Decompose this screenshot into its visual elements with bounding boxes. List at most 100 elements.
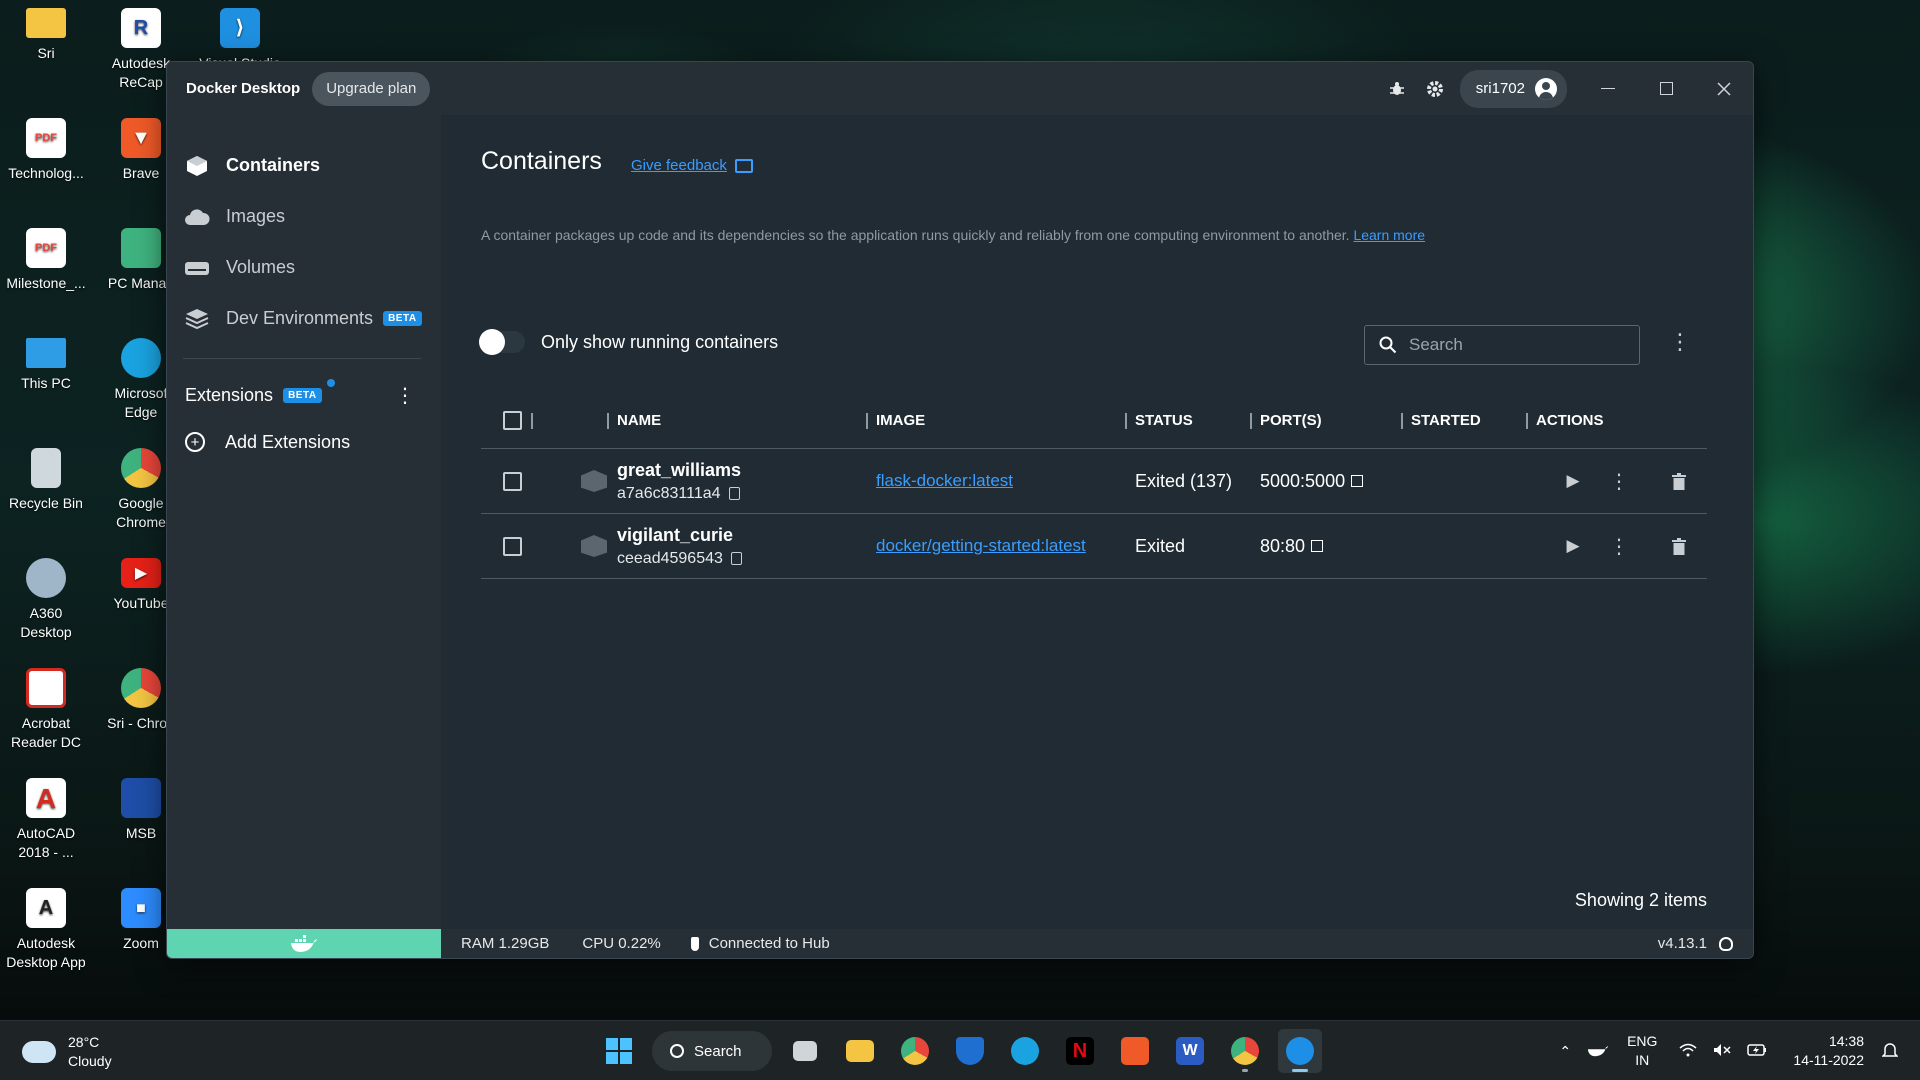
shield-icon	[956, 1037, 984, 1065]
docker-whale-icon	[1286, 1037, 1314, 1065]
acrobat-icon	[26, 668, 66, 708]
desktop-icon-recycle-bin[interactable]: Recycle Bin	[0, 440, 92, 513]
extensions-menu-icon[interactable]: ⋮	[395, 383, 415, 408]
running-filter-toggle[interactable]: Only show running containers	[479, 329, 778, 355]
start-button[interactable]	[597, 1029, 641, 1073]
sidebar-item-volumes[interactable]: Volumes	[167, 242, 441, 293]
desktop-icon-autodesk-app[interactable]: A Autodesk Desktop App	[0, 880, 92, 972]
taskbar-defender[interactable]	[948, 1029, 992, 1073]
upgrade-plan-button[interactable]: Upgrade plan	[312, 71, 431, 106]
taskbar-brave[interactable]	[1113, 1029, 1157, 1073]
desktop-icon-technolog[interactable]: PDF Technolog...	[0, 110, 92, 183]
header-status[interactable]: STATUS	[1125, 393, 1250, 448]
container-name[interactable]: great_williams	[617, 460, 741, 481]
copy-icon[interactable]	[728, 487, 740, 500]
table-row[interactable]: vigilant_curie ceead4596543 docker/getti…	[481, 514, 1707, 579]
header-image[interactable]: IMAGE	[866, 393, 1125, 448]
desktop-icon-sri[interactable]: Sri	[0, 0, 92, 63]
weather-widget[interactable]: 28°C Cloudy	[22, 1033, 112, 1071]
learn-more-link[interactable]: Learn more	[1353, 227, 1425, 243]
taskbar-word[interactable]: W	[1168, 1029, 1212, 1073]
container-name-cell[interactable]: vigilant_curie ceead4596543	[607, 514, 866, 578]
taskbar-edge[interactable]	[1003, 1029, 1047, 1073]
minimize-button[interactable]	[1579, 62, 1637, 115]
chevron-up-icon[interactable]: ⌃	[1559, 1043, 1571, 1060]
container-icon	[581, 470, 607, 492]
delete-trash-icon[interactable]	[1662, 529, 1696, 563]
port-link[interactable]: 80:80	[1260, 536, 1324, 557]
taskbar-file-explorer[interactable]	[838, 1029, 882, 1073]
delete-trash-icon[interactable]	[1662, 464, 1696, 498]
pdf-icon: PDF	[26, 118, 66, 158]
header-ports[interactable]: PORT(S)	[1250, 393, 1401, 448]
image-link[interactable]: flask-docker:latest	[876, 471, 1013, 491]
settings-gear-icon[interactable]	[1416, 70, 1454, 108]
sidebar-item-images[interactable]: Images	[167, 191, 441, 242]
language-code: ENG	[1627, 1033, 1658, 1049]
row-menu-icon[interactable]: ⋮	[1602, 529, 1636, 563]
toggle-switch[interactable]	[479, 329, 525, 355]
zoom-icon: ■	[121, 888, 161, 928]
desktop-icon-milestone[interactable]: PDF Milestone_...	[0, 220, 92, 293]
desktop-icon-vscode[interactable]: ⟩ Visual Studio	[190, 0, 290, 66]
close-button[interactable]	[1695, 62, 1753, 115]
task-view-button[interactable]	[783, 1029, 827, 1073]
container-name[interactable]: vigilant_curie	[617, 525, 733, 546]
image-link[interactable]: docker/getting-started:latest	[876, 536, 1086, 556]
feedback-label: Give feedback	[631, 157, 727, 174]
cpu-usage: CPU 0.22%	[582, 935, 661, 952]
taskbar-docker[interactable]	[1278, 1029, 1322, 1073]
user-account-button[interactable]: sri1702	[1459, 69, 1567, 108]
sidebar-item-containers[interactable]: Containers	[167, 140, 441, 191]
wifi-icon[interactable]	[1679, 1043, 1697, 1060]
port-text: 5000:5000	[1260, 470, 1346, 491]
tips-lightbulb-icon[interactable]	[1719, 936, 1733, 951]
header-started[interactable]: STARTED	[1401, 393, 1526, 448]
taskbar-chrome[interactable]	[893, 1029, 937, 1073]
maximize-button[interactable]	[1637, 62, 1695, 115]
search-icon	[1379, 336, 1397, 354]
select-all-checkbox[interactable]	[503, 411, 522, 430]
desktop-icon-this-pc[interactable]: This PC	[0, 330, 92, 393]
header-name[interactable]: NAME	[607, 393, 866, 448]
table-row[interactable]: great_williams a7a6c83111a4 flask-docker…	[481, 449, 1707, 514]
taskbar-search[interactable]: Search	[652, 1031, 772, 1071]
add-circle-icon: +	[185, 432, 205, 452]
vscode-icon: ⟩	[220, 8, 260, 48]
input-language[interactable]: ENG IN	[1627, 1032, 1657, 1070]
extensions-section[interactable]: Extensions BETA ⋮	[167, 373, 441, 417]
docker-engine-status[interactable]	[167, 929, 441, 958]
status-cell: Exited (137)	[1125, 449, 1250, 513]
search-input[interactable]	[1409, 335, 1609, 355]
taskbar-netflix[interactable]: N	[1058, 1029, 1102, 1073]
docker-whale-icon	[291, 934, 317, 952]
start-icon[interactable]: ▶	[1556, 464, 1590, 498]
row-checkbox[interactable]	[503, 471, 522, 491]
desktop-icon-a360[interactable]: A360 Desktop	[0, 550, 92, 642]
clock[interactable]: 14:38 14-11-2022	[1793, 1032, 1864, 1070]
give-feedback-link[interactable]: Give feedback	[631, 157, 753, 174]
dev-env-icon	[184, 308, 210, 330]
more-options-icon[interactable]: ⋮	[1669, 329, 1691, 355]
port-link[interactable]: 5000:5000	[1260, 470, 1364, 492]
bug-report-icon[interactable]	[1378, 70, 1416, 108]
desktop-icon-acrobat[interactable]: Acrobat Reader DC	[0, 660, 92, 752]
row-checkbox[interactable]	[503, 536, 522, 556]
status-cell: Exited	[1125, 514, 1250, 578]
desktop-icon-autocad[interactable]: A AutoCAD 2018 - ...	[0, 770, 92, 862]
docker-tray-icon[interactable]	[1587, 1043, 1609, 1060]
battery-charging-icon[interactable]	[1747, 1043, 1767, 1060]
search-box[interactable]	[1364, 325, 1640, 365]
sidebar-item-dev-environments[interactable]: Dev Environments BETA	[167, 293, 441, 344]
taskbar-chrome-profile[interactable]	[1223, 1029, 1267, 1073]
chrome-icon	[121, 668, 161, 708]
notifications-icon[interactable]	[1881, 1042, 1899, 1061]
autodesk-recap-icon: R	[121, 8, 161, 48]
start-icon[interactable]: ▶	[1556, 529, 1590, 563]
copy-icon[interactable]	[730, 552, 742, 565]
row-menu-icon[interactable]: ⋮	[1602, 464, 1636, 498]
container-name-cell[interactable]: great_williams a7a6c83111a4	[607, 449, 866, 513]
notification-dot	[327, 379, 335, 387]
add-extensions-button[interactable]: + Add Extensions	[167, 417, 441, 467]
speaker-muted-icon[interactable]	[1713, 1043, 1731, 1060]
